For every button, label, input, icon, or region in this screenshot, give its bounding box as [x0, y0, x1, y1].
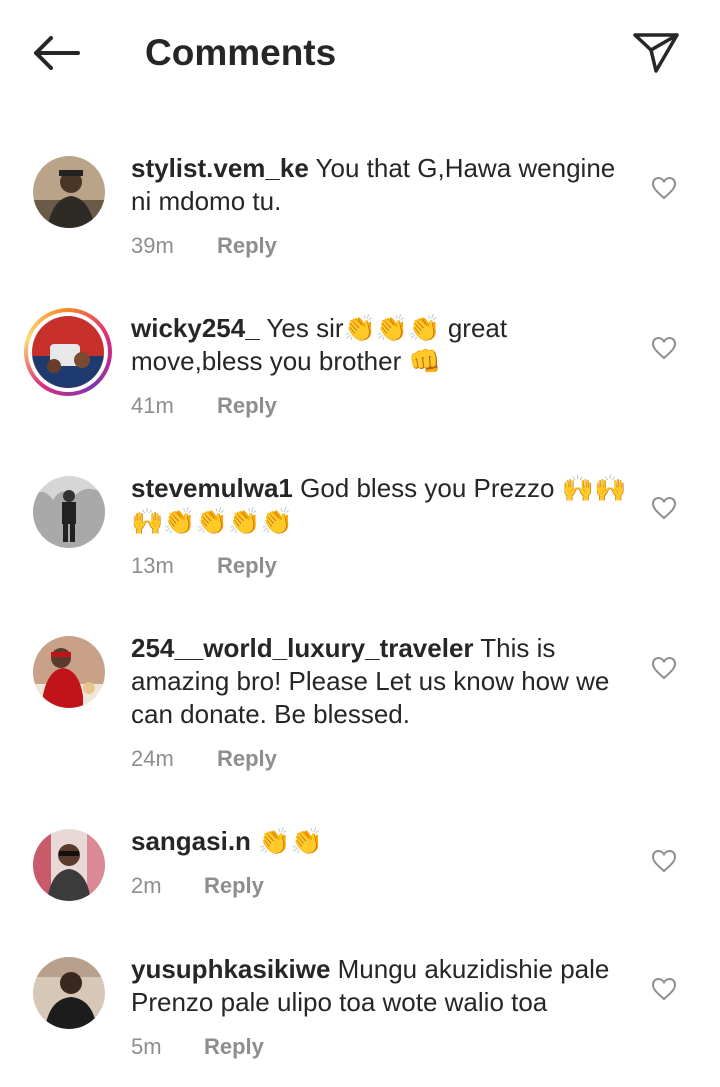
like-button[interactable]	[648, 653, 680, 683]
like-button[interactable]	[648, 493, 680, 523]
comment-meta: 13m Reply	[131, 552, 277, 580]
send-button[interactable]	[628, 28, 684, 78]
page-title: Comments	[145, 32, 337, 73]
comment-text: wicky254_ Yes sir👏👏👏 great move,bless yo…	[131, 312, 631, 378]
heart-icon	[651, 656, 677, 680]
reply-button[interactable]: Reply	[217, 552, 277, 580]
reply-button[interactable]: Reply	[217, 392, 277, 420]
comment-username[interactable]: sangasi.n	[131, 826, 251, 856]
avatar-photo	[33, 957, 105, 1029]
avatar-photo	[32, 316, 104, 388]
reply-button[interactable]: Reply	[204, 872, 264, 900]
avatar[interactable]	[33, 829, 105, 901]
reply-button[interactable]: Reply	[204, 1033, 264, 1061]
heart-icon	[651, 176, 677, 200]
like-button[interactable]	[648, 846, 680, 876]
reply-button[interactable]: Reply	[217, 232, 277, 260]
comment-text: yusuphkasikiwe Mungu akuzidishie pale Pr…	[131, 953, 631, 1019]
comment-message: 👏👏	[250, 826, 323, 856]
comment-time: 24m	[131, 746, 174, 771]
comment-username[interactable]: 254__world_luxury_traveler	[131, 633, 474, 663]
avatar-story-ring[interactable]	[24, 308, 112, 396]
avatar	[32, 316, 104, 388]
comment-time: 2m	[131, 873, 162, 898]
comment-text: stevemulwa1 God bless you Prezzo 🙌🙌🙌👏👏👏👏	[131, 472, 631, 538]
arrow-left-icon	[34, 36, 80, 70]
comment-username[interactable]: yusuphkasikiwe	[131, 954, 330, 984]
like-button[interactable]	[648, 173, 680, 203]
avatar-photo	[33, 829, 105, 901]
like-button[interactable]	[648, 974, 680, 1004]
heart-icon	[651, 496, 677, 520]
avatar[interactable]	[33, 636, 105, 708]
comment-username[interactable]: wicky254_	[131, 313, 260, 343]
comment-time: 13m	[131, 553, 174, 578]
avatar-photo	[33, 156, 105, 228]
comment-username[interactable]: stevemulwa1	[131, 473, 293, 503]
avatar-photo	[33, 476, 105, 548]
comment-time: 41m	[131, 393, 174, 418]
comment-text: 254__world_luxury_traveler This is amazi…	[131, 632, 631, 731]
heart-icon	[651, 336, 677, 360]
avatar[interactable]	[33, 156, 105, 228]
comment-text: sangasi.n 👏👏	[131, 825, 631, 858]
comment-meta: 41m Reply	[131, 392, 277, 420]
back-button[interactable]	[28, 30, 84, 76]
heart-icon	[651, 977, 677, 1001]
comment-username[interactable]: stylist.vem_ke	[131, 153, 309, 183]
avatar[interactable]	[33, 957, 105, 1029]
comment-meta: 2m Reply	[131, 872, 264, 900]
comment-text: stylist.vem_ke You that G,Hawa wengine n…	[131, 152, 631, 218]
heart-icon	[651, 849, 677, 873]
comment-meta: 39m Reply	[131, 232, 277, 260]
comments-header: Comments	[0, 0, 720, 105]
avatar-ring-gap	[28, 312, 108, 392]
comment-meta: 24m Reply	[131, 745, 277, 773]
paper-plane-icon	[633, 33, 679, 73]
reply-button[interactable]: Reply	[217, 745, 277, 773]
comment-meta: 5m Reply	[131, 1033, 264, 1061]
comment-time: 5m	[131, 1034, 162, 1059]
avatar-photo	[33, 636, 105, 708]
avatar[interactable]	[33, 476, 105, 548]
like-button[interactable]	[648, 333, 680, 363]
comment-time: 39m	[131, 233, 174, 258]
